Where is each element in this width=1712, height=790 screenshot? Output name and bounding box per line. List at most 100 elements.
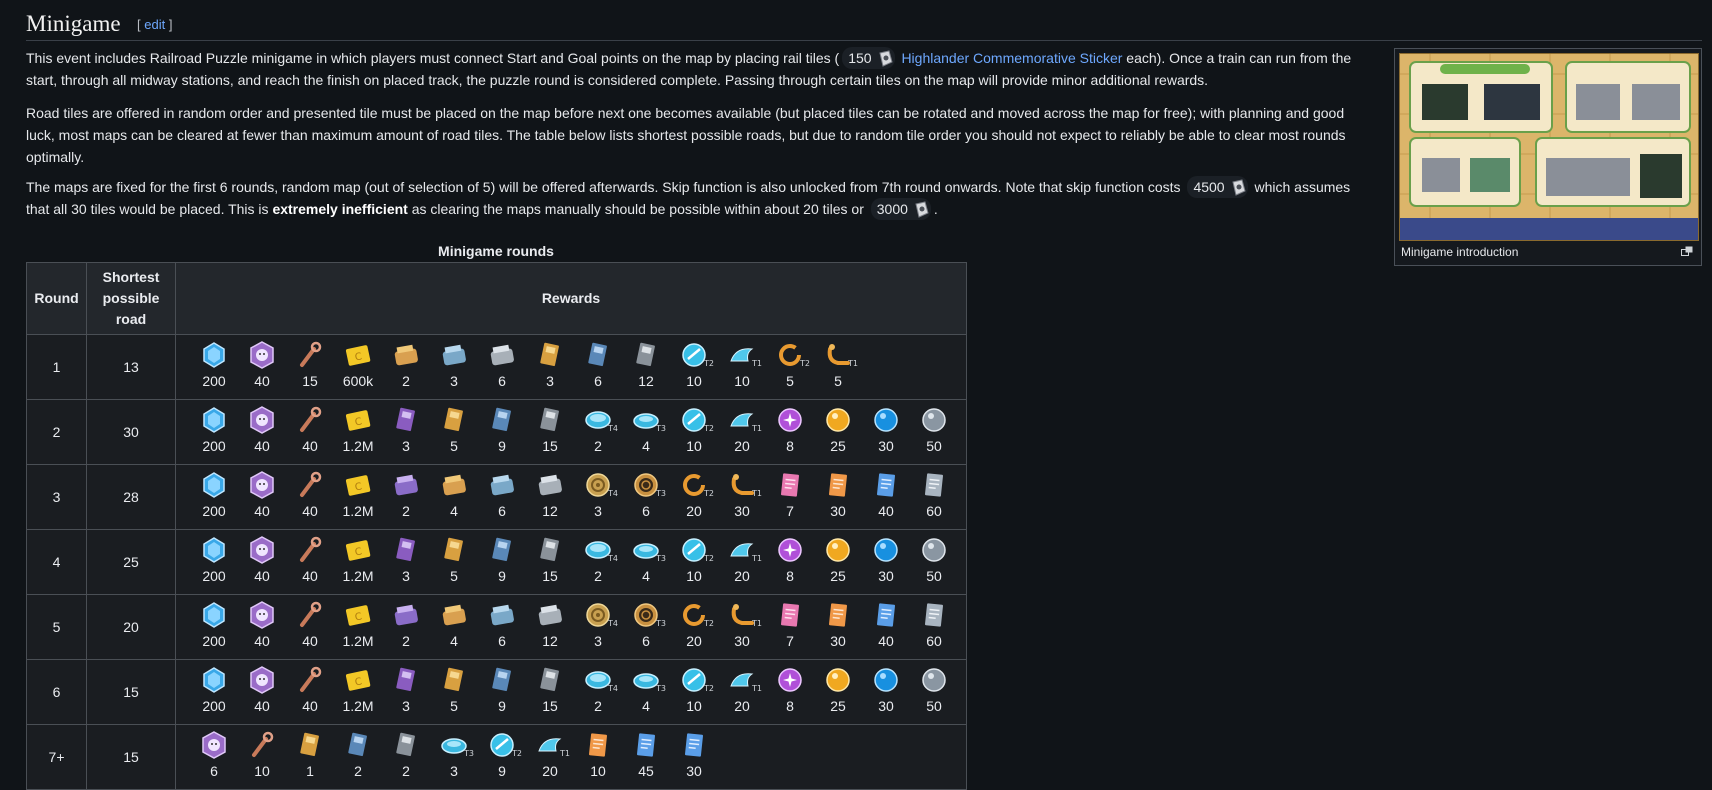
orb-blue-icon[interactable] (872, 536, 900, 564)
book-blue-icon[interactable] (584, 341, 612, 369)
hex-medal-icon[interactable] (248, 601, 276, 629)
crystal-icon[interactable] (200, 536, 228, 564)
wrench-icon[interactable] (296, 601, 324, 629)
book-blue-icon[interactable] (488, 666, 516, 694)
orb-silver-icon[interactable] (920, 536, 948, 564)
reward-item[interactable]: 9 (478, 534, 526, 585)
reward-item[interactable]: 30 (814, 599, 862, 650)
reward-item[interactable]: 40 (286, 469, 334, 520)
wrench-icon[interactable] (296, 471, 324, 499)
box-blue-icon[interactable] (440, 341, 468, 369)
book-silver-icon[interactable] (536, 536, 564, 564)
orb-gold-icon[interactable] (824, 406, 852, 434)
book-blue-icon[interactable] (344, 731, 372, 759)
reward-item[interactable]: 40 (238, 339, 286, 390)
reward-item[interactable]: 12 (526, 599, 574, 650)
box-purple-icon[interactable] (392, 601, 420, 629)
reward-item[interactable]: 40 (286, 599, 334, 650)
orb-purple-icon[interactable] (776, 406, 804, 434)
reward-item[interactable]: 7 (766, 469, 814, 520)
reward-item[interactable]: T2 10 (670, 339, 718, 390)
orb-purple-icon[interactable] (776, 666, 804, 694)
reward-item[interactable]: 3 (526, 339, 574, 390)
reward-item[interactable]: 15 (286, 339, 334, 390)
doc-grey-icon[interactable] (920, 601, 948, 629)
box-purple-icon[interactable] (392, 471, 420, 499)
crystal-icon[interactable] (200, 666, 228, 694)
hex-medal-icon[interactable] (200, 731, 228, 759)
reward-item[interactable]: 2 (382, 469, 430, 520)
reward-item[interactable]: C 1.2M (334, 469, 382, 520)
reward-item[interactable]: T3 4 (622, 534, 670, 585)
book-purple-icon[interactable] (392, 666, 420, 694)
reward-item[interactable]: T2 10 (670, 404, 718, 455)
book-silver-icon[interactable] (536, 406, 564, 434)
doc-orange-icon[interactable] (824, 471, 852, 499)
reward-item[interactable]: 4 (430, 599, 478, 650)
reward-item[interactable]: 50 (910, 404, 958, 455)
sticker-link[interactable]: Highlander Commemorative Sticker (901, 50, 1122, 66)
reward-item[interactable]: 8 (766, 404, 814, 455)
reward-item[interactable]: T4 2 (574, 404, 622, 455)
reward-item[interactable]: 5 (430, 534, 478, 585)
reward-item[interactable]: 8 (766, 534, 814, 585)
reward-item[interactable]: 5 (430, 664, 478, 715)
reward-item[interactable]: 15 (526, 404, 574, 455)
reward-item[interactable]: 30 (814, 469, 862, 520)
box-gold-icon[interactable] (440, 601, 468, 629)
enlarge-icon[interactable] (1681, 246, 1693, 256)
doc-blue-icon[interactable] (680, 731, 708, 759)
orb-silver-icon[interactable] (920, 666, 948, 694)
reward-item[interactable]: 40 (238, 469, 286, 520)
ticket-icon[interactable]: C (344, 601, 372, 629)
reward-item[interactable]: C 1.2M (334, 664, 382, 715)
reward-item[interactable]: T1 20 (718, 534, 766, 585)
reward-item[interactable]: T2 5 (766, 339, 814, 390)
orb-gold-icon[interactable] (824, 536, 852, 564)
reward-item[interactable]: C 1.2M (334, 404, 382, 455)
reward-item[interactable]: T1 5 (814, 339, 862, 390)
reward-item[interactable]: 9 (478, 664, 526, 715)
hex-medal-icon[interactable] (248, 536, 276, 564)
reward-item[interactable]: 6 (478, 339, 526, 390)
box-silver-icon[interactable] (536, 601, 564, 629)
book-blue-icon[interactable] (488, 536, 516, 564)
book-purple-icon[interactable] (392, 536, 420, 564)
reward-item[interactable]: 30 (862, 534, 910, 585)
reward-item[interactable]: T1 30 (718, 599, 766, 650)
reward-item[interactable]: 15 (526, 664, 574, 715)
reward-item[interactable]: 40 (286, 534, 334, 585)
reward-item[interactable]: 200 (190, 469, 238, 520)
ticket-icon[interactable]: C (344, 406, 372, 434)
reward-item[interactable]: C 600k (334, 339, 382, 390)
reward-item[interactable]: T2 10 (670, 664, 718, 715)
reward-item[interactable]: 25 (814, 404, 862, 455)
box-gold-icon[interactable] (392, 341, 420, 369)
doc-orange-icon[interactable] (824, 601, 852, 629)
reward-item[interactable]: 1 (286, 729, 334, 780)
reward-item[interactable]: 2 (382, 599, 430, 650)
reward-item[interactable]: T3 3 (430, 729, 478, 780)
reward-item[interactable]: 200 (190, 534, 238, 585)
reward-item[interactable]: 12 (622, 339, 670, 390)
reward-item[interactable]: 4 (430, 469, 478, 520)
reward-item[interactable]: 40 (238, 404, 286, 455)
doc-blue-icon[interactable] (632, 731, 660, 759)
book-gold-icon[interactable] (440, 666, 468, 694)
book-silver-icon[interactable] (536, 666, 564, 694)
reward-item[interactable]: 10 (238, 729, 286, 780)
reward-item[interactable]: 7 (766, 599, 814, 650)
doc-grey-icon[interactable] (920, 471, 948, 499)
reward-item[interactable]: T4 2 (574, 534, 622, 585)
reward-item[interactable]: 60 (910, 599, 958, 650)
reward-item[interactable]: 6 (190, 729, 238, 780)
reward-item[interactable]: T3 4 (622, 664, 670, 715)
reward-item[interactable]: T4 2 (574, 664, 622, 715)
book-gold-icon[interactable] (296, 731, 324, 759)
reward-item[interactable]: 40 (862, 469, 910, 520)
reward-item[interactable]: 50 (910, 664, 958, 715)
wrench-icon[interactable] (296, 536, 324, 564)
crystal-icon[interactable] (200, 601, 228, 629)
hex-medal-icon[interactable] (248, 406, 276, 434)
book-gold-icon[interactable] (440, 406, 468, 434)
